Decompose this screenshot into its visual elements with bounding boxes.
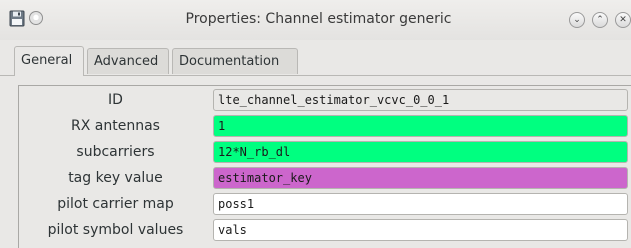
param-row-rx-antennas: RX antennas 1 — [19, 113, 631, 139]
param-row-id: ID lte_channel_estimator_vcvc_0_0_1 — [19, 87, 631, 113]
param-field-pilot-symbol-values[interactable]: vals — [213, 219, 628, 241]
param-field-id[interactable]: lte_channel_estimator_vcvc_0_0_1 — [213, 89, 628, 111]
param-field-tag-key-value[interactable]: estimator_key — [213, 167, 628, 189]
param-label-rx-antennas: RX antennas — [71, 118, 160, 134]
tab-documentation[interactable]: Documentation — [172, 48, 298, 74]
tab-advanced-label: Advanced — [94, 54, 159, 69]
tab-documentation-label: Documentation — [179, 54, 280, 69]
close-icon: ✕ — [619, 15, 627, 25]
maximize-button[interactable]: ⌃ — [592, 12, 608, 28]
param-label-id: ID — [108, 92, 123, 108]
param-label-pilot-carrier-map: pilot carrier map — [57, 196, 174, 212]
chevron-down-icon: ⌄ — [573, 15, 581, 25]
title-bar: Properties: Channel estimator generic ⌄ … — [0, 0, 631, 40]
param-field-subcarriers[interactable]: 12*N_rb_dl — [213, 141, 628, 163]
param-field-pilot-carrier-map[interactable]: poss1 — [213, 193, 628, 215]
tab-bar: General Advanced Documentation — [0, 46, 631, 76]
close-button[interactable]: ✕ — [615, 12, 631, 28]
tab-general-label: General — [21, 53, 73, 68]
param-row-pilot-symbol-values: pilot symbol values vals — [19, 217, 631, 243]
param-field-rx-antennas[interactable]: 1 — [213, 115, 628, 137]
minimize-button[interactable]: ⌄ — [569, 12, 585, 28]
tab-divider — [0, 75, 631, 76]
param-row-pilot-carrier-map: pilot carrier map poss1 — [19, 191, 631, 217]
parameter-grid: ID lte_channel_estimator_vcvc_0_0_1 RX a… — [18, 85, 631, 248]
param-label-tag-key-value: tag key value — [68, 170, 163, 186]
param-label-subcarriers: subcarriers — [76, 144, 155, 160]
param-row-tag-key-value: tag key value estimator_key — [19, 165, 631, 191]
param-label-pilot-symbol-values: pilot symbol values — [47, 222, 184, 238]
tab-advanced[interactable]: Advanced — [87, 48, 169, 74]
window-title: Properties: Channel estimator generic — [185, 11, 452, 27]
param-row-subcarriers: subcarriers 12*N_rb_dl — [19, 139, 631, 165]
tab-general[interactable]: General — [14, 46, 84, 76]
chevron-up-icon: ⌃ — [596, 15, 604, 25]
